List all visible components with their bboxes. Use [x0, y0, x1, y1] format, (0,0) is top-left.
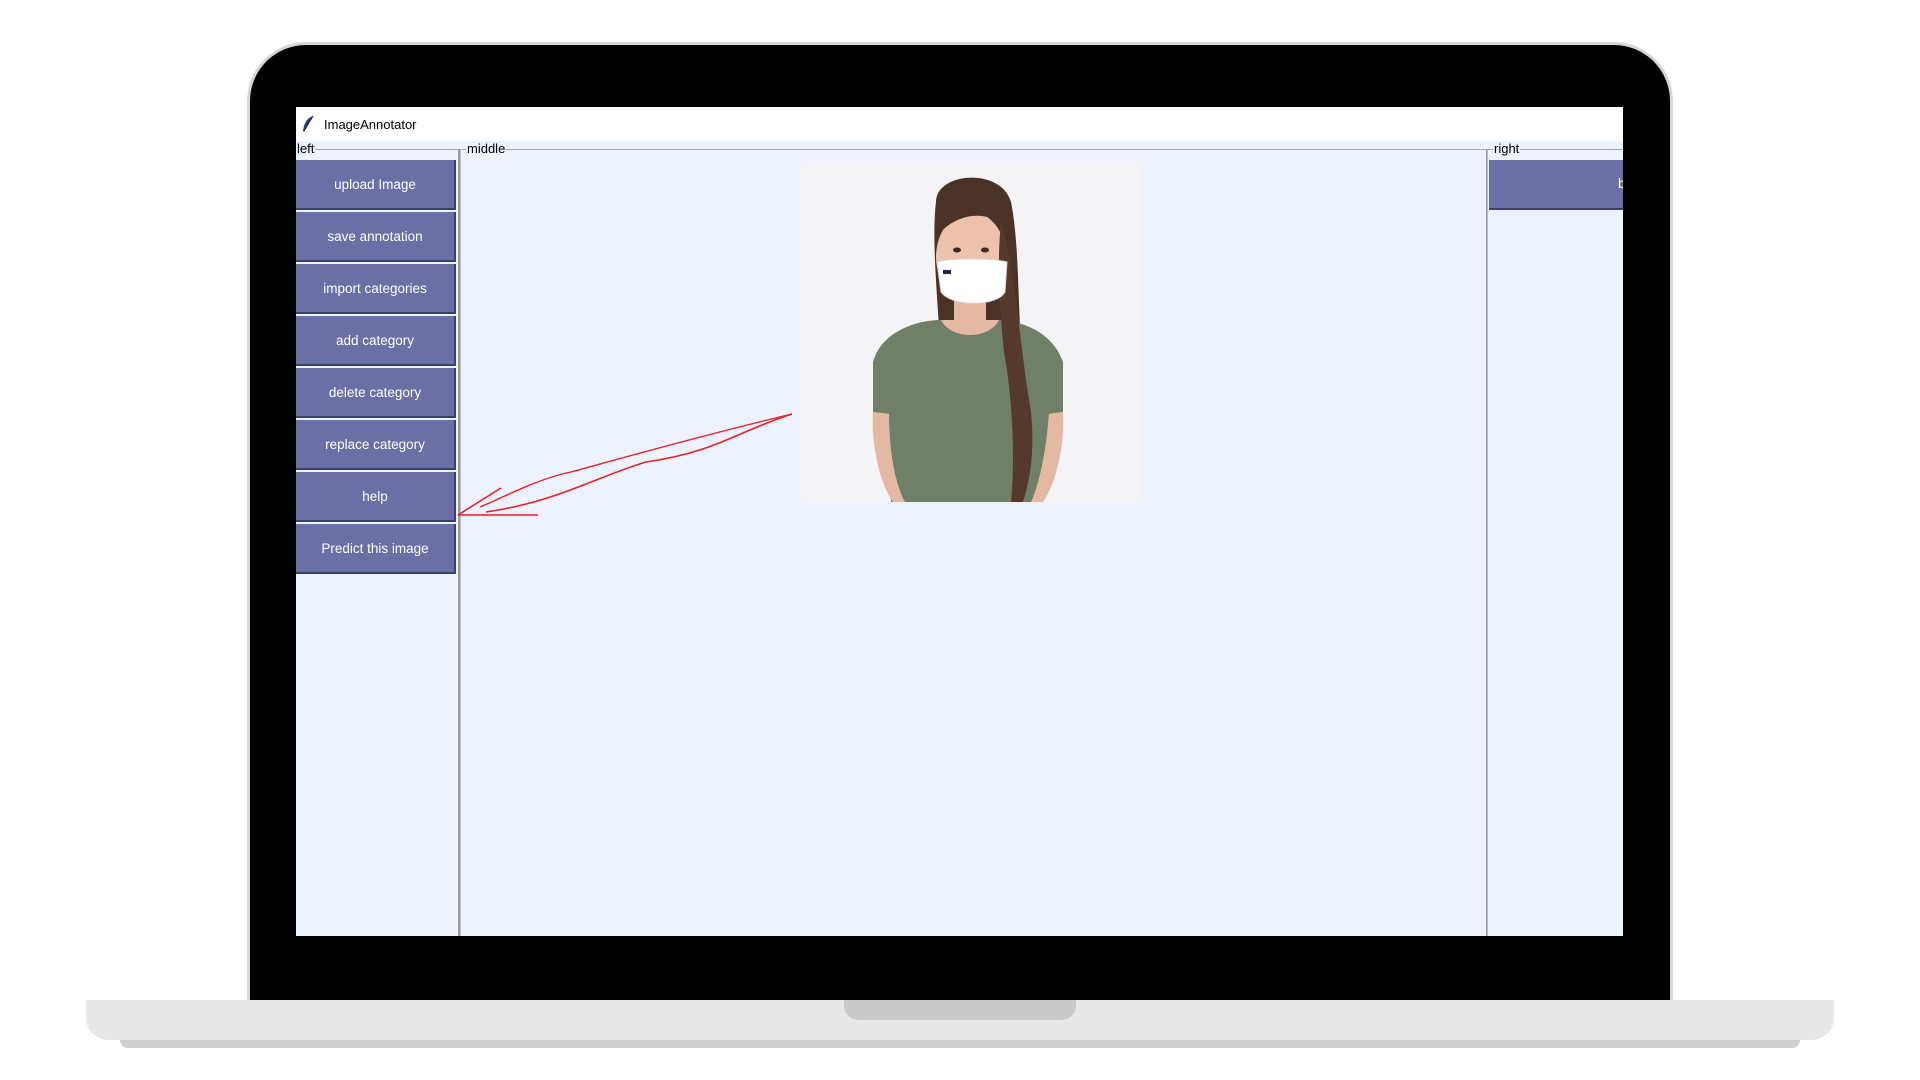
predict-image-button[interactable]: Predict this image [296, 524, 456, 574]
middle-frame-label: middle [466, 141, 507, 156]
left-frame-label: left [296, 141, 316, 156]
replace-category-button[interactable]: replace category [296, 420, 456, 470]
feather-icon [303, 115, 314, 132]
upload-image-button[interactable]: upload Image [296, 160, 456, 210]
help-button[interactable]: help [296, 472, 456, 522]
window-title: ImageAnnotator [324, 116, 417, 132]
title-bar: ImageAnnotator [296, 107, 1623, 141]
left-button-stack: upload Image save annotation import cate… [296, 160, 456, 576]
laptop-notch [844, 1000, 1076, 1020]
right-panel-button-label: b [1618, 176, 1623, 191]
right-panel-button[interactable]: b [1489, 160, 1623, 210]
right-frame-label: right [1493, 141, 1521, 156]
annotated-photo [801, 162, 1141, 502]
person-image [801, 162, 1141, 502]
save-annotation-button[interactable]: save annotation [296, 212, 456, 262]
import-categories-button[interactable]: import categories [296, 264, 456, 314]
delete-category-button[interactable]: delete category [296, 368, 456, 418]
app-window: ImageAnnotator left middle right upload … [296, 107, 1623, 936]
right-frame [1487, 149, 1623, 936]
add-category-button[interactable]: add category [296, 316, 456, 366]
laptop-base-shadow [120, 1040, 1800, 1048]
